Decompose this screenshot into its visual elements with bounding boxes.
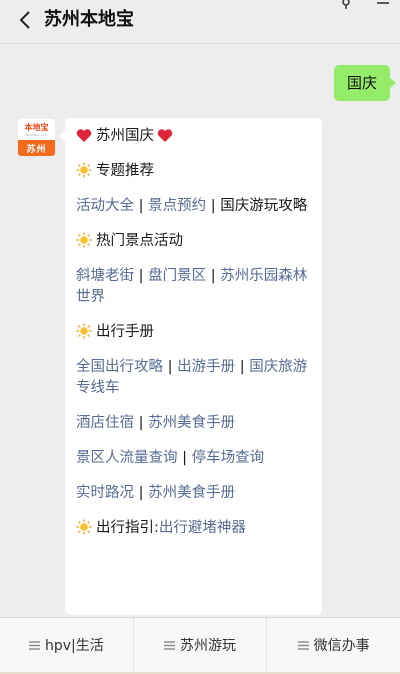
- sun-icon: [76, 323, 92, 339]
- separator: |: [210, 268, 216, 284]
- link-activities[interactable]: 活动大全: [76, 198, 134, 214]
- reply-heading: 苏州国庆: [96, 128, 154, 144]
- heart-icon: [157, 129, 173, 142]
- link-parking-query[interactable]: 停车场查询: [192, 450, 265, 466]
- link-food-handbook[interactable]: 苏州美食手册: [148, 415, 235, 431]
- travel-links-line: 景区人流量查询 | 停车场查询: [76, 448, 311, 469]
- link-food-handbook[interactable]: 苏州美食手册: [148, 485, 235, 501]
- back-button[interactable]: [14, 9, 36, 31]
- link-xietang[interactable]: 斜塘老街: [76, 268, 134, 284]
- link-scenic-booking[interactable]: 景点预约: [148, 198, 206, 214]
- more-icon[interactable]: [376, 0, 390, 10]
- section-title-line: 出行手册: [76, 322, 311, 343]
- reply-bubble: 苏州国庆 专题推荐 活动大全 | 景点预约 | 国庆游玩攻略 热门景点活动 斜塘…: [59, 118, 322, 615]
- hot-spots-links-line: 斜塘老街 | 盘门景区 | 苏州乐园森林世界: [76, 266, 311, 308]
- sun-icon: [76, 232, 92, 248]
- menu-icon: [164, 640, 175, 650]
- link-trip-handbook[interactable]: 出游手册: [177, 359, 235, 375]
- chat-title: 苏州本地宝: [44, 9, 134, 30]
- sun-icon: [76, 519, 92, 535]
- menu-item-label: 微信办事: [313, 638, 370, 654]
- link-crowd-query[interactable]: 景区人流量查询: [76, 450, 178, 466]
- separator: |: [138, 415, 144, 431]
- separator: |: [239, 359, 245, 375]
- menu-icon: [297, 640, 309, 650]
- reply-heading-line: 苏州国庆: [76, 126, 311, 147]
- travel-links-line: 酒店住宿 | 苏州美食手册: [76, 413, 311, 434]
- chevron-left-icon: [19, 11, 30, 29]
- menu-item-services[interactable]: 微信办事: [267, 618, 400, 672]
- separator: |: [138, 268, 144, 284]
- link-hotels[interactable]: 酒店住宿: [76, 415, 134, 431]
- menu-item-label: hpv|生活: [44, 638, 104, 654]
- sun-icon: [76, 162, 92, 178]
- avatar-logo-subtext: BenDiBao.com: [25, 132, 48, 137]
- section-title: 出行指引:: [96, 520, 159, 536]
- separator: |: [138, 198, 144, 214]
- menu-item-label: 苏州游玩: [180, 638, 236, 654]
- link-national-travel[interactable]: 全国出行攻略: [76, 359, 163, 375]
- menu-item-life[interactable]: hpv|生活: [0, 618, 134, 672]
- section-title-line: 专题推荐: [76, 161, 311, 182]
- menu-item-travel[interactable]: 苏州游玩: [134, 618, 268, 672]
- topics-links-line: 活动大全 | 景点预约 | 国庆游玩攻略: [76, 196, 311, 217]
- section-title: 专题推荐: [96, 163, 154, 179]
- separator: |: [182, 450, 187, 466]
- guide-line: 出行指引:出行避堵神器: [76, 518, 311, 539]
- separator: |: [138, 485, 144, 501]
- section-title: 出行手册: [96, 324, 154, 340]
- link-panmen[interactable]: 盘门景区: [148, 268, 206, 284]
- travel-links-line: 全国出行攻略 | 出游手册 | 国庆旅游专线车: [76, 357, 311, 399]
- section-title: 热门景点活动: [96, 233, 183, 249]
- user-message-bubble: 国庆: [333, 65, 397, 101]
- chat-header: 苏州本地宝: [0, 0, 400, 44]
- separator: |: [167, 359, 173, 375]
- menu-icon: [28, 640, 40, 650]
- chat-area[interactable]: 国庆 本地宝 BenDiBao.com 苏州 苏州国庆 专题推荐 活动大全 | …: [0, 45, 400, 616]
- heart-icon: [76, 129, 92, 142]
- person-icon[interactable]: [339, 0, 353, 10]
- avatar-logo-text: 本地宝: [24, 122, 49, 132]
- topics-text: 国庆游玩攻略: [220, 198, 308, 214]
- avatar[interactable]: 本地宝 BenDiBao.com 苏州: [18, 119, 55, 156]
- bottom-menu: hpv|生活 苏州游玩 微信办事: [0, 617, 400, 672]
- separator: |: [210, 198, 216, 214]
- avatar-city-label: 苏州: [18, 140, 55, 156]
- travel-links-line: 实时路况 | 苏州美食手册: [76, 483, 311, 504]
- section-title-line: 热门景点活动: [76, 231, 311, 252]
- link-traffic[interactable]: 实时路况: [76, 485, 134, 501]
- link-avoid-traffic[interactable]: 出行避堵神器: [159, 520, 246, 536]
